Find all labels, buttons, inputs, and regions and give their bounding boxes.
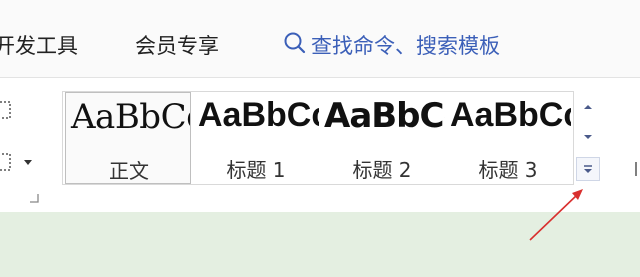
annotation-arrow-icon [529,189,583,241]
